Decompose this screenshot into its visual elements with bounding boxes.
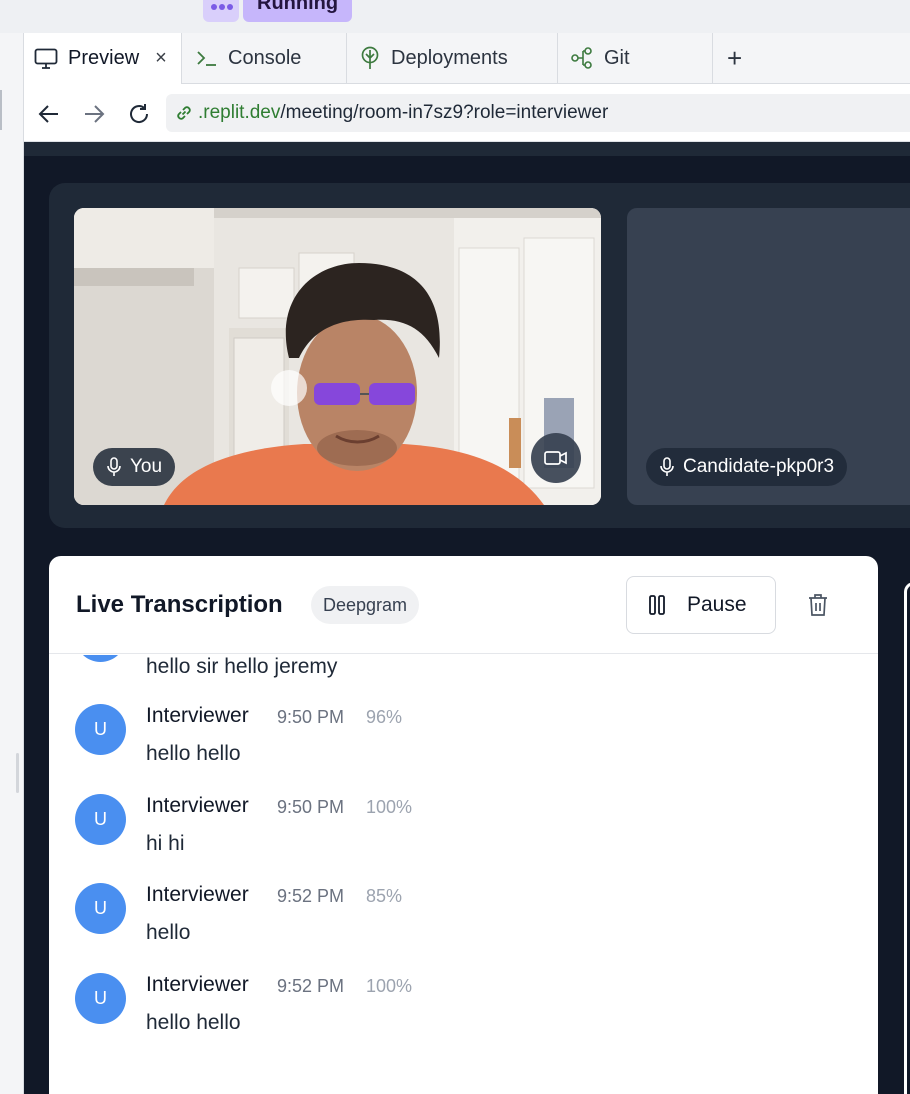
confidence-score: 100% — [366, 797, 413, 817]
git-icon — [570, 47, 594, 69]
link-icon — [174, 103, 194, 123]
resize-handle[interactable] — [16, 753, 19, 793]
card-header: Live Transcription Deepgram Pause — [49, 556, 878, 654]
running-icon — [203, 0, 239, 22]
self-name-chip: You — [93, 448, 176, 486]
meeting-app: You Candidate-pkp0r3 Live Transcription … — [24, 142, 910, 1094]
pause-label: Pause — [687, 593, 747, 616]
transcript-item: U Interviewer 9:50 PM 96% hello hello — [49, 704, 878, 794]
speaker-name: Interviewer — [146, 794, 249, 817]
self-video-tile: You — [74, 208, 601, 505]
confidence-score: 96% — [366, 707, 403, 727]
monitor-icon — [34, 48, 58, 70]
back-arrow-icon[interactable] — [35, 100, 63, 128]
pause-button[interactable]: Pause — [626, 576, 776, 634]
avatar: U — [75, 883, 126, 934]
microphone-icon[interactable] — [660, 457, 674, 477]
top-strip: Running — [0, 0, 910, 34]
tab-deployments[interactable]: Deployments — [347, 33, 558, 83]
tab-console[interactable]: Console — [182, 33, 347, 83]
tab-label: Git — [604, 46, 630, 69]
tab-preview[interactable]: Preview × — [24, 33, 182, 84]
video-camera-icon — [544, 450, 568, 466]
tab-git[interactable]: Git — [558, 33, 713, 83]
microphone-icon[interactable] — [107, 457, 121, 477]
message-time: 9:50 PM — [277, 707, 345, 727]
avatar — [75, 655, 126, 662]
message-time: 9:52 PM — [277, 976, 345, 996]
transcript-item: U Interviewer 9:52 PM 85% hello — [49, 883, 878, 973]
left-pane-edge — [0, 33, 24, 1094]
speaker-name: Interviewer — [146, 704, 249, 727]
avatar: U — [75, 973, 126, 1024]
self-name-label: You — [130, 456, 163, 477]
avatar: U — [75, 704, 126, 755]
remote-name-label: Candidate-pkp0r3 — [683, 456, 835, 477]
clear-transcript-trash-icon[interactable] — [805, 592, 831, 618]
new-tab-plus-icon[interactable]: + — [727, 45, 742, 71]
speaker-name: Interviewer — [146, 883, 249, 906]
message-text: hello sir hello jeremy — [146, 655, 338, 678]
video-panel: You Candidate-pkp0r3 — [49, 183, 910, 528]
running-status-badge[interactable]: Running — [243, 0, 353, 22]
tab-label: Console — [228, 46, 302, 69]
transcript-list[interactable]: hello sir hello jeremy U Interviewer 9:5… — [49, 655, 878, 1094]
card-title: Live Transcription — [76, 591, 283, 618]
forward-arrow-icon[interactable] — [80, 100, 108, 128]
message-text: hello hello — [146, 742, 241, 765]
reload-icon[interactable] — [125, 100, 153, 128]
message-time: 9:52 PM — [277, 886, 345, 906]
confidence-score: 85% — [366, 886, 403, 906]
avatar: U — [75, 794, 126, 845]
transcript-item: U Interviewer 9:50 PM 100% hi hi — [49, 794, 878, 884]
remote-name-chip: Candidate-pkp0r3 — [646, 448, 848, 486]
message-time: 9:50 PM — [277, 797, 345, 817]
url-field[interactable]: .replit.dev/meeting/room-in7sz9?role=int… — [166, 94, 910, 132]
pause-icon — [649, 595, 665, 615]
provider-badge: Deepgram — [311, 586, 420, 624]
side-panel-edge — [904, 582, 910, 1094]
transcript-item: U Interviewer 9:52 PM 100% hello hello — [49, 973, 878, 1063]
speaker-name: Interviewer — [146, 973, 249, 996]
url-host: .replit.dev — [198, 102, 281, 123]
camera-toggle-button[interactable] — [531, 433, 581, 483]
tab-label: Preview — [68, 47, 140, 69]
deployments-icon — [359, 46, 381, 70]
terminal-icon — [196, 49, 218, 67]
message-text: hello hello — [146, 1011, 241, 1034]
live-transcription-card: Live Transcription Deepgram Pause hello … — [49, 556, 878, 1094]
remote-video-tile: Candidate-pkp0r3 — [627, 208, 910, 505]
url-path: /meeting/room-in7sz9?role=interviewer — [280, 102, 609, 123]
tab-label: Deployments — [391, 46, 508, 69]
confidence-score: 100% — [366, 976, 413, 996]
message-text: hello — [146, 921, 191, 944]
tab-bar: Preview × Console Deployments Git + — [0, 33, 910, 84]
message-text: hi hi — [146, 832, 185, 855]
address-bar: .replit.dev/meeting/room-in7sz9?role=int… — [24, 84, 910, 142]
close-tab-icon[interactable]: × — [155, 47, 167, 70]
